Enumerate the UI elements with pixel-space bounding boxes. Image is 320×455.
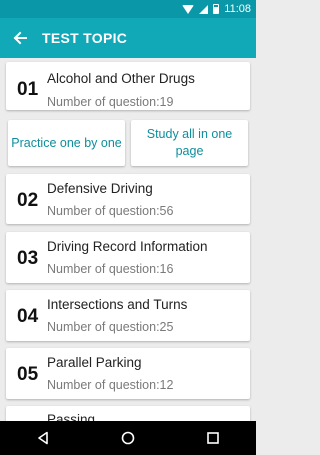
circle-home-icon[interactable] <box>103 421 153 455</box>
app-bar: TEST TOPIC <box>0 18 256 58</box>
battery-icon <box>213 4 220 14</box>
topic-number: 01 <box>17 79 39 100</box>
topic-list: 01 Alcohol and Other Drugs Number of que… <box>0 58 256 421</box>
topic-title: Alcohol and Other Drugs <box>47 71 195 86</box>
triangle-back-icon[interactable] <box>18 421 68 455</box>
status-time: 11:08 <box>224 3 251 15</box>
topic-card[interactable]: 03 Driving Record Information Number of … <box>6 232 250 283</box>
topic-title: Defensive Driving <box>47 181 153 196</box>
topic-card[interactable]: 02 Defensive Driving Number of question:… <box>6 174 250 224</box>
system-nav-bar <box>0 421 256 455</box>
question-count: Number of question:56 <box>47 204 174 218</box>
topic-number: 04 <box>17 306 39 327</box>
topic-number: 05 <box>17 364 39 385</box>
practice-one-by-one-button[interactable]: Practice one by one <box>8 120 125 166</box>
square-recent-icon[interactable] <box>188 421 238 455</box>
study-all-button[interactable]: Study all in one page <box>131 120 248 166</box>
question-count: Number of question:19 <box>47 95 174 109</box>
topic-title: Driving Record Information <box>47 239 208 254</box>
back-arrow-icon[interactable] <box>0 18 40 58</box>
status-bar: 11:08 <box>0 0 256 18</box>
page-title: TEST TOPIC <box>42 30 128 46</box>
signal-icon <box>199 4 209 14</box>
topic-title: Passing <box>47 412 96 421</box>
topic-card[interactable]: Passing <box>6 406 250 421</box>
topic-card[interactable]: 01 Alcohol and Other Drugs Number of que… <box>6 62 250 110</box>
topic-number: 03 <box>17 248 39 269</box>
topic-card[interactable]: 04 Intersections and Turns Number of que… <box>6 290 250 341</box>
question-count: Number of question:12 <box>47 378 174 392</box>
question-count: Number of question:16 <box>47 262 174 276</box>
wifi-icon <box>182 4 195 14</box>
question-count: Number of question:25 <box>47 320 174 334</box>
topic-number: 02 <box>17 190 39 211</box>
topic-card[interactable]: 05 Parallel Parking Number of question:1… <box>6 348 250 399</box>
practice-button-label: Practice one by one <box>11 135 122 150</box>
topic-title: Parallel Parking <box>47 355 142 370</box>
study-button-label: Study all in one page <box>146 127 233 158</box>
topic-title: Intersections and Turns <box>47 297 188 312</box>
